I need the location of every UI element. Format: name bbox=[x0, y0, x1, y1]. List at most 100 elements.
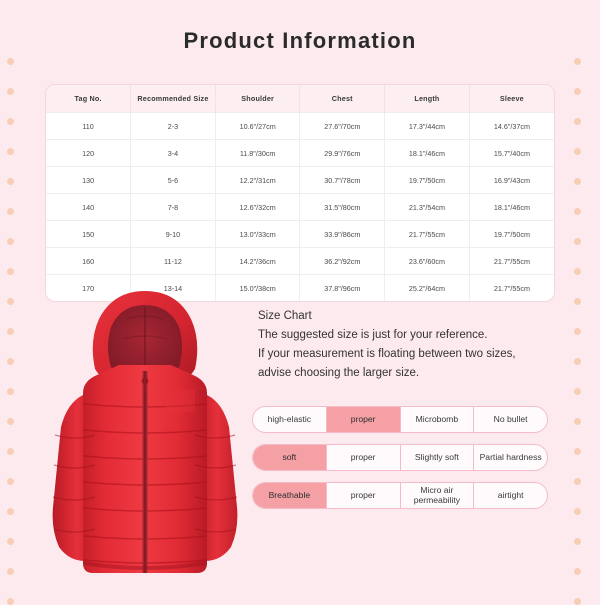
decorative-dots-left bbox=[5, 0, 19, 605]
scale-option[interactable]: airtight bbox=[474, 483, 547, 508]
table-cell: 30.7"/78cm bbox=[299, 166, 386, 194]
decorative-dot bbox=[7, 418, 14, 425]
decorative-dot bbox=[574, 328, 581, 335]
scale-option[interactable]: Micro air permeability bbox=[401, 483, 475, 508]
decorative-dot bbox=[574, 358, 581, 365]
decorative-dot bbox=[7, 118, 14, 125]
decorative-dot bbox=[574, 208, 581, 215]
table-row: 160 11-12 14.2"/36cm 36.2"/92cm 23.6"/60cm 21… bbox=[46, 247, 554, 275]
decorative-dot bbox=[7, 598, 14, 605]
decorative-dot bbox=[574, 448, 581, 455]
decorative-dot bbox=[574, 88, 581, 95]
table-cell: 27.6"/70cm bbox=[299, 112, 386, 140]
decorative-dot bbox=[7, 538, 14, 545]
decorative-dot bbox=[7, 148, 14, 155]
attribute-scales: high-elastic proper Microbomb No bullet soft… bbox=[252, 406, 548, 520]
scale-option[interactable]: Partial hardness bbox=[474, 445, 547, 470]
decorative-dot bbox=[7, 298, 14, 305]
decorative-dot bbox=[7, 448, 14, 455]
decorative-dot bbox=[7, 208, 14, 215]
size-chart-line-1: The suggested size is just for your refe… bbox=[258, 329, 488, 341]
size-chart-heading: Size Chart bbox=[258, 310, 312, 322]
decorative-dot bbox=[574, 598, 581, 605]
table-cell: 18.1"/46cm bbox=[384, 139, 470, 167]
decorative-dot bbox=[574, 388, 581, 395]
table-cell: 19.7"/50cm bbox=[469, 220, 554, 248]
size-chart-line-3: advise choosing the larger size. bbox=[258, 367, 420, 379]
table-cell: 150 bbox=[46, 220, 132, 248]
scale-option[interactable]: Slightly soft bbox=[401, 445, 475, 470]
table-cell: 21.3"/54cm bbox=[384, 193, 470, 221]
scale-option[interactable]: Microbomb bbox=[401, 407, 475, 432]
table-cell: 16.9"/43cm bbox=[469, 166, 554, 194]
product-image-red-puffer-jacket bbox=[45, 285, 245, 585]
decorative-dot bbox=[574, 58, 581, 65]
scale-bar-elasticity: high-elastic proper Microbomb No bullet bbox=[252, 406, 548, 433]
table-cell: 5-6 bbox=[130, 166, 216, 194]
table-cell: 29.9"/76cm bbox=[299, 139, 386, 167]
table-cell: 120 bbox=[46, 139, 132, 167]
scale-option[interactable]: proper bbox=[327, 483, 401, 508]
table-header-cell-2: Shoulder bbox=[215, 85, 301, 113]
table-cell: 17.3"/44cm bbox=[384, 112, 470, 140]
table-header-cell-4: Length bbox=[384, 85, 470, 113]
table-cell: 14.2"/36cm bbox=[215, 247, 301, 275]
decorative-dots-right bbox=[572, 0, 586, 605]
decorative-dot bbox=[574, 478, 581, 485]
decorative-dot bbox=[574, 268, 581, 275]
table-header-cell-5: Sleeve bbox=[469, 85, 554, 113]
decorative-dot bbox=[574, 178, 581, 185]
scale-option[interactable]: high-elastic bbox=[253, 407, 327, 432]
table-cell: 25.2"/64cm bbox=[384, 274, 470, 301]
table-cell: 19.7"/50cm bbox=[384, 166, 470, 194]
table-cell: 13.0"/33cm bbox=[215, 220, 301, 248]
table-cell: 37.8"/96cm bbox=[299, 274, 386, 301]
table-cell: 23.6"/60cm bbox=[384, 247, 470, 275]
table-cell: 2-3 bbox=[130, 112, 216, 140]
table-header-cell-3: Chest bbox=[299, 85, 386, 113]
decorative-dot bbox=[574, 298, 581, 305]
table-cell: 160 bbox=[46, 247, 132, 275]
size-table-card: Tag No. Recommended Size Shoulder Chest Leng… bbox=[45, 84, 555, 302]
table-header-cell-0: Tag No. bbox=[46, 85, 132, 113]
scale-option[interactable]: No bullet bbox=[474, 407, 547, 432]
size-table: Tag No. Recommended Size Shoulder Chest Leng… bbox=[46, 85, 554, 301]
scale-option-selected[interactable]: proper bbox=[326, 407, 401, 432]
scale-option-selected[interactable]: soft bbox=[253, 445, 327, 470]
decorative-dot bbox=[574, 118, 581, 125]
scale-bar-softness: soft proper Slightly soft Partial hardness bbox=[252, 444, 548, 471]
table-cell: 11.8"/30cm bbox=[215, 139, 301, 167]
decorative-dot bbox=[7, 58, 14, 65]
table-cell: 14.6"/37cm bbox=[469, 112, 554, 140]
size-chart-line-2: If your measurement is floating between … bbox=[258, 348, 516, 360]
table-cell: 36.2"/92cm bbox=[299, 247, 386, 275]
decorative-dot bbox=[7, 238, 14, 245]
decorative-dot bbox=[574, 238, 581, 245]
table-cell: 3-4 bbox=[130, 139, 216, 167]
table-cell: 7-8 bbox=[130, 193, 216, 221]
table-cell: 21.7"/55cm bbox=[469, 247, 554, 275]
table-cell: 31.5"/80cm bbox=[299, 193, 386, 221]
size-chart-note: Size Chart The suggested size is just fo… bbox=[258, 307, 558, 383]
scale-option[interactable]: proper bbox=[327, 445, 401, 470]
decorative-dot bbox=[7, 88, 14, 95]
page-title: Product Information bbox=[183, 28, 417, 53]
decorative-dot bbox=[7, 328, 14, 335]
table-header-row: Tag No. Recommended Size Shoulder Chest Leng… bbox=[46, 85, 554, 113]
table-cell: 110 bbox=[46, 112, 132, 140]
scale-bar-breathability: Breathable proper Micro air permeability ai… bbox=[252, 482, 548, 509]
decorative-dot bbox=[574, 568, 581, 575]
table-cell: 21.7"/55cm bbox=[384, 220, 470, 248]
decorative-dot bbox=[7, 388, 14, 395]
table-row: 120 3-4 11.8"/30cm 29.9"/76cm 18.1"/46cm 15.7… bbox=[46, 139, 554, 167]
scale-option-selected[interactable]: Breathable bbox=[253, 483, 327, 508]
table-cell: 15.7"/40cm bbox=[469, 139, 554, 167]
table-row: 110 2-3 10.6"/27cm 27.6"/70cm 17.3"/44cm 14.6… bbox=[46, 112, 554, 140]
decorative-dot bbox=[574, 508, 581, 515]
decorative-dot bbox=[7, 178, 14, 185]
table-header-cell-1: Recommended Size bbox=[130, 85, 216, 113]
decorative-dot bbox=[7, 478, 14, 485]
table-cell: 12.6"/32cm bbox=[215, 193, 301, 221]
table-cell: 33.9"/86cm bbox=[299, 220, 386, 248]
table-cell: 130 bbox=[46, 166, 132, 194]
